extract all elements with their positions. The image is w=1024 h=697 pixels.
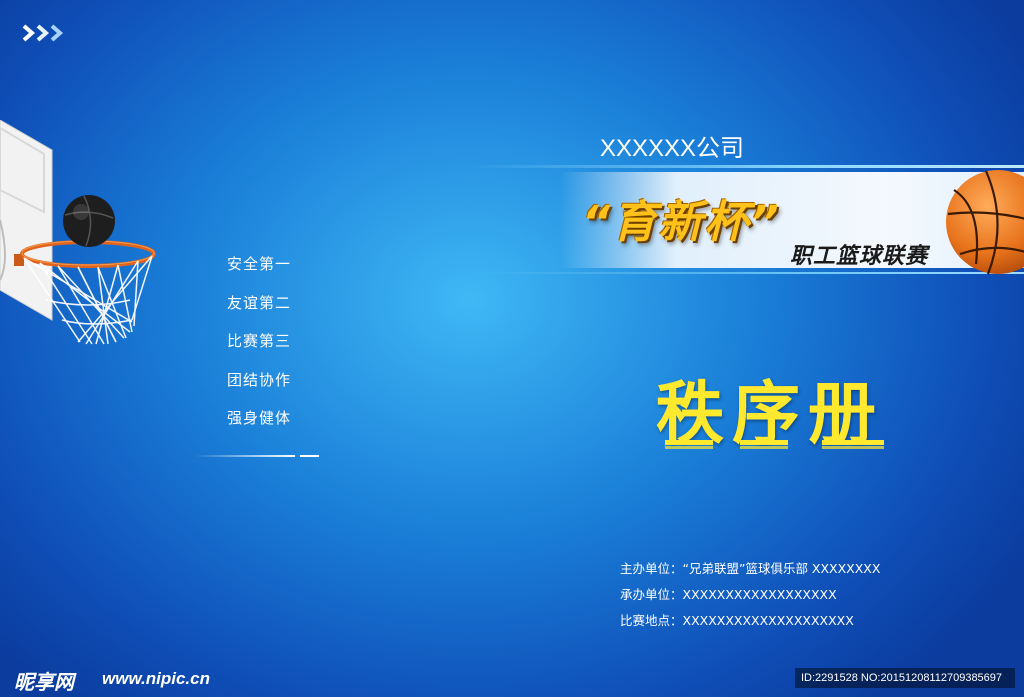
watermark-url: www.nipic.cn bbox=[102, 669, 210, 688]
motto-list: 安全第一 友谊第二 比赛第三 团结协作 强身健体 bbox=[227, 252, 291, 445]
title-underline bbox=[822, 446, 884, 449]
title-underline bbox=[740, 446, 788, 449]
banner-bottom-line bbox=[470, 272, 1024, 274]
title-underline bbox=[665, 446, 713, 449]
motto-item: 比赛第三 bbox=[227, 332, 292, 350]
banner-top-line bbox=[470, 165, 1024, 168]
motto-item: 友谊第二 bbox=[227, 293, 292, 312]
triple-chevron-right-icon bbox=[22, 24, 64, 42]
basketball-hoop-icon bbox=[0, 120, 156, 345]
event-subtitle: 职工篮球联赛 bbox=[790, 244, 929, 269]
venue: 比赛地点：XXXXXXXXXXXXXXXXXXXX bbox=[620, 613, 854, 628]
company-name: XXXXXX公司 bbox=[600, 135, 745, 162]
motto-divider-dash bbox=[300, 455, 319, 457]
title-underline bbox=[822, 440, 884, 445]
motto-item: 团结协作 bbox=[227, 370, 292, 389]
watermark-id: ID:2291528 NO:20151208112709385697 bbox=[795, 668, 1015, 688]
watermark-logo: 昵享网 bbox=[14, 670, 74, 694]
host-unit: 主办单位：“兄弟联盟”篮球俱乐部 XXXXXXXX bbox=[620, 561, 881, 576]
motto-item: 强身健体 bbox=[227, 409, 292, 427]
title-underline bbox=[665, 440, 713, 445]
title-underline bbox=[740, 440, 788, 445]
organizer-unit: 承办单位：XXXXXXXXXXXXXXXXXX bbox=[620, 587, 837, 602]
organizer-info: 主办单位：“兄弟联盟”篮球俱乐部 XXXXXXXX 承办单位：XXXXXXXXX… bbox=[620, 560, 880, 638]
event-cup-name: “育新杯” bbox=[582, 197, 781, 248]
motto-divider bbox=[195, 455, 295, 457]
motto-item: 安全第一 bbox=[227, 255, 292, 273]
basketball-icon bbox=[946, 170, 1024, 275]
